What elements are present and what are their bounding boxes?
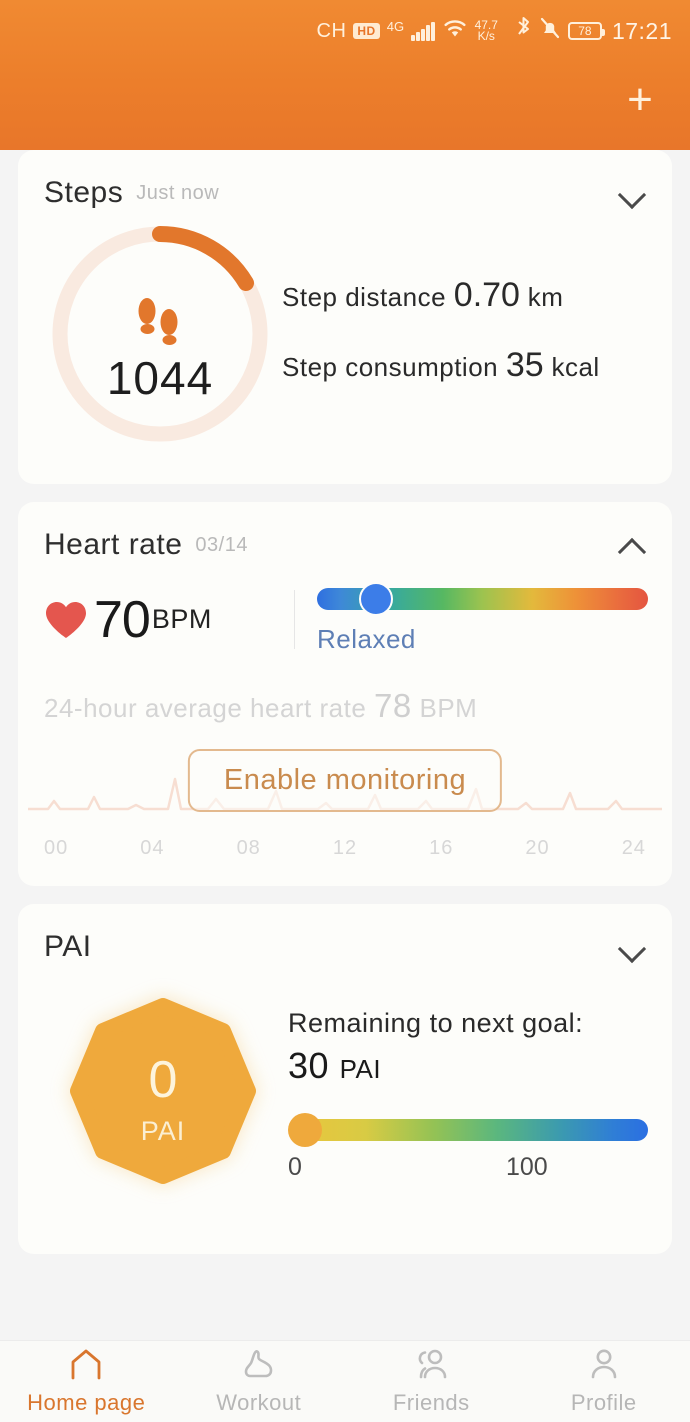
steps-card[interactable]: Steps Just now 1044 Step distance 0.70 k… [18, 150, 672, 484]
pai-goal-row: 30 PAI [288, 1045, 648, 1087]
home-icon [68, 1348, 104, 1385]
steps-count: 1044 [106, 352, 214, 404]
divider [294, 590, 295, 649]
pai-scale: 0 100 [288, 1153, 548, 1181]
heart-rate-chevron-up-icon[interactable] [618, 530, 648, 560]
step-distance-label: Step distance [282, 282, 447, 313]
pai-badge: 0 PAI [44, 976, 282, 1214]
nav-label-profile: Profile [570, 1389, 637, 1415]
shoe-icon [241, 1348, 277, 1385]
enable-monitoring-button[interactable]: Enable monitoring [187, 749, 503, 812]
heart-rate-card[interactable]: Heart rate 03/14 70 BPM Relaxed 24-hour … [18, 502, 672, 886]
pai-card-body: 0 PAI Remaining to next goal: 30 PAI 0 1… [18, 964, 672, 1254]
axis-tick: 24 [621, 837, 646, 859]
heart-icon [44, 600, 88, 640]
pai-goal-value: 30 [288, 1045, 330, 1086]
heart-rate-zone-label: Relaxed [317, 624, 416, 654]
nav-label-home: Home page [27, 1389, 146, 1415]
clock-label: 17:21 [611, 17, 672, 44]
nav-item-friends[interactable]: Friends [345, 1341, 518, 1422]
step-consumption-value: 35 [505, 346, 544, 384]
signal-bars-icon [411, 21, 435, 41]
pai-goal-label: Remaining to next goal: [288, 1008, 584, 1038]
heart-rate-unit: BPM [151, 604, 212, 634]
app-header: CH HD 4G 47.7 K/s 78 17:21 + [0, 0, 690, 150]
heart-rate-zone: Relaxed [317, 582, 648, 655]
bottom-navigation: Home page Workout Friends Profile [0, 1340, 690, 1422]
heart-rate-average-label: 24-hour average heart rate [44, 693, 367, 723]
carrier-label: CH [316, 19, 347, 42]
scroll-content: Steps Just now 1044 Step distance 0.70 k… [0, 150, 690, 1340]
step-distance-value: 0.70 [453, 276, 520, 315]
steps-subtitle: Just now [136, 181, 220, 204]
axis-tick: 04 [140, 837, 165, 859]
steps-stats-list: Step distance 0.70 km Step consumption 3… [276, 270, 648, 397]
pai-value: 0 [148, 1051, 178, 1109]
pai-chevron-down-icon[interactable] [618, 932, 648, 962]
heart-rate-average-value: 78 [374, 687, 412, 724]
heart-rate-summary: 70 BPM Relaxed [18, 562, 672, 655]
heart-rate-zone-slider[interactable] [317, 582, 648, 616]
pai-goal-section: Remaining to next goal: 30 PAI 0 100 [282, 1008, 648, 1182]
pai-goal-unit: PAI [339, 1054, 382, 1084]
pai-title: PAI [44, 930, 92, 963]
axis-tick: 12 [332, 837, 358, 859]
nav-item-home[interactable]: Home page [0, 1341, 173, 1422]
data-speed-unit: K/s [477, 29, 495, 43]
heart-rate-average-row: 24-hour average heart rate 78 BPM [18, 655, 672, 725]
pai-progress-thumb[interactable] [288, 1113, 322, 1147]
heart-rate-value: 70 [94, 590, 151, 649]
heart-rate-date: 03/14 [195, 533, 248, 556]
steps-card-header: Steps Just now [18, 150, 672, 210]
steps-chevron-down-icon[interactable] [618, 178, 648, 208]
axis-tick: 00 [44, 837, 69, 859]
hd-badge: HD [353, 23, 380, 39]
axis-tick: 08 [236, 837, 261, 859]
axis-tick: 20 [525, 837, 550, 859]
axis-tick: 16 [429, 837, 454, 859]
heart-rate-axis: 00 04 08 12 16 20 24 [18, 835, 672, 886]
pai-badge-label: PAI [140, 1116, 186, 1146]
friends-icon [412, 1348, 450, 1385]
wifi-icon [442, 18, 468, 44]
network-type-label: 4G [386, 18, 405, 34]
nav-item-profile[interactable]: Profile [518, 1341, 690, 1422]
nav-label-friends: Friends [392, 1389, 470, 1415]
step-distance-unit: km [527, 282, 564, 313]
heart-rate-zone-thumb[interactable] [359, 582, 393, 616]
pai-scale-max: 100 [506, 1153, 548, 1181]
heart-rate-current: 70 BPM [44, 590, 294, 650]
battery-indicator: 78 [567, 22, 605, 40]
step-consumption-label: Step consumption [282, 352, 499, 382]
pai-progress-slider[interactable] [304, 1119, 648, 1141]
heart-rate-card-header: Heart rate 03/14 [18, 502, 672, 562]
heart-rate-average-unit: BPM [419, 693, 478, 723]
steps-card-body: 1044 Step distance 0.70 km Step consumpt… [18, 210, 672, 484]
steps-progress-ring: 1044 [44, 218, 276, 450]
bluetooth-icon [515, 16, 532, 46]
pai-progress[interactable] [288, 1113, 648, 1147]
heart-rate-title: Heart rate [44, 528, 183, 561]
nav-label-workout: Workout [216, 1389, 302, 1415]
step-consumption-unit: kcal [551, 352, 600, 382]
step-distance-row: Step distance 0.70 km [282, 270, 648, 322]
person-icon [587, 1348, 621, 1385]
plus-icon[interactable]: + [618, 78, 662, 122]
step-consumption-row: Step consumption 35 kcal [282, 340, 648, 392]
heart-rate-chart: Enable monitoring [18, 739, 672, 835]
bell-muted-icon [539, 16, 561, 46]
nav-item-workout[interactable]: Workout [173, 1341, 346, 1422]
data-speed-indicator: 47.7 K/s [475, 19, 498, 43]
status-bar: CH HD 4G 47.7 K/s 78 17:21 [0, 0, 690, 62]
pai-card[interactable]: PAI 0 PAI Remaining to next goal: 30 PAI… [18, 904, 672, 1254]
steps-title: Steps [44, 176, 124, 209]
pai-card-header: PAI [18, 904, 672, 964]
battery-level: 78 [578, 24, 592, 38]
